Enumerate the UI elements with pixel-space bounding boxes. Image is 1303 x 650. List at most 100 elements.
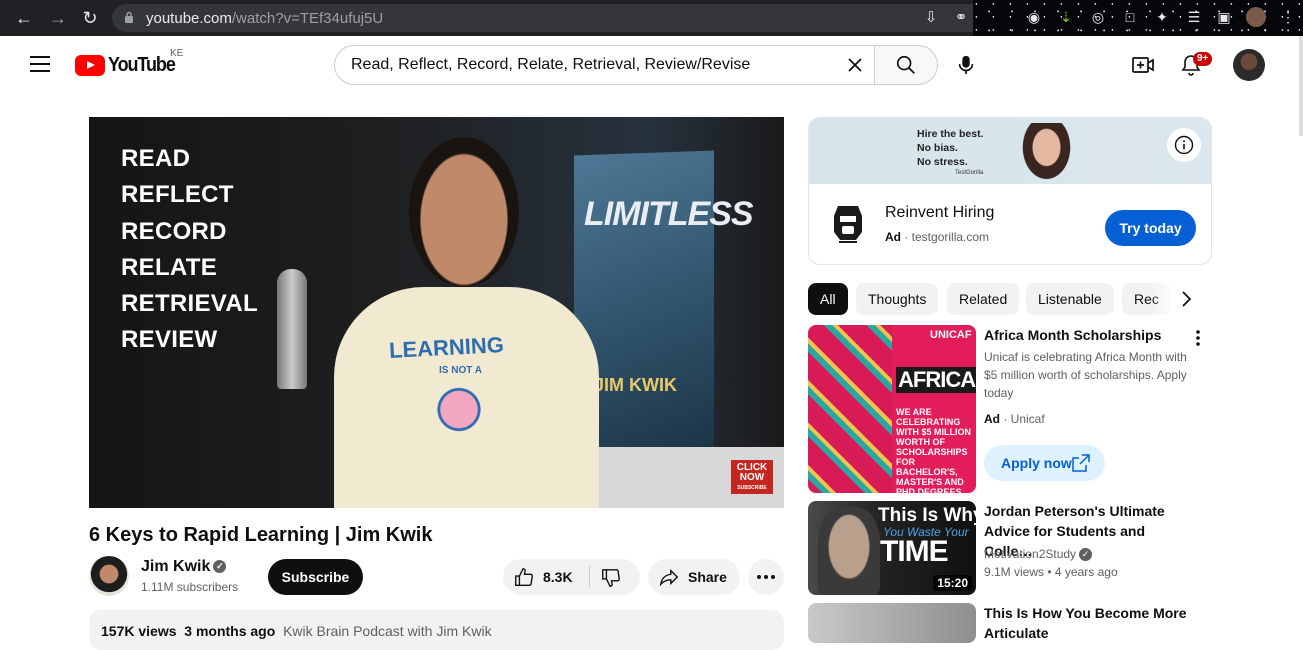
profile-avatar-icon[interactable] bbox=[1246, 7, 1266, 27]
menu-icon[interactable] bbox=[30, 56, 50, 72]
presenter: LEARNING IS NOT A bbox=[334, 137, 599, 508]
puzzle-extensions-icon[interactable]: ✦ bbox=[1152, 7, 1172, 27]
filter-chips: All Thoughts Related Listenable Rec bbox=[808, 283, 1203, 315]
brain-graphic bbox=[429, 382, 489, 437]
share-label: Share bbox=[688, 569, 727, 585]
description-text: 157K views 3 months ago Kwik Brain Podca… bbox=[101, 623, 492, 639]
watermark-subscribe-text: SUBSCRIBE bbox=[737, 485, 767, 491]
like-dislike-group: 8.3K bbox=[503, 559, 640, 595]
media-control-icon[interactable]: ☰ bbox=[1184, 7, 1204, 27]
overlay-word: REVIEW bbox=[121, 326, 218, 354]
chevron-right-icon[interactable] bbox=[1174, 287, 1198, 311]
chip-all[interactable]: All bbox=[808, 283, 848, 315]
youtube-play-icon bbox=[75, 54, 105, 76]
ad-meta: Ad · testgorilla.com bbox=[885, 230, 990, 244]
recommendation-video[interactable]: This Is How You Become More Articulate bbox=[808, 603, 1212, 643]
ad-slogan-line: No stress. bbox=[917, 156, 968, 168]
clear-search-icon[interactable] bbox=[843, 53, 867, 77]
recommendation-video[interactable]: This Is Why You Waste Your TIME 15:20 Jo… bbox=[808, 501, 1212, 595]
search-query-text: Read, Reflect, Record, Relate, Retrieval… bbox=[351, 56, 751, 73]
description-box[interactable]: 157K views 3 months ago Kwik Brain Podca… bbox=[89, 610, 784, 650]
ad-description: Unicaf is celebrating Africa Month with … bbox=[984, 350, 1187, 400]
thumbnail-text: WE ARE CELEBRATING WITH $5 MILLION WORTH… bbox=[896, 407, 971, 493]
search-input[interactable]: Read, Reflect, Record, Relate, Retrieval… bbox=[334, 45, 875, 85]
video-thumbnail[interactable] bbox=[808, 603, 976, 643]
ad-model-image bbox=[1019, 123, 1074, 184]
share-button[interactable]: Share bbox=[648, 559, 740, 595]
ad-domain: testgorilla.com bbox=[911, 230, 990, 244]
more-actions-button[interactable] bbox=[748, 559, 784, 595]
browser-menu-icon[interactable]: ⋮ bbox=[1278, 7, 1298, 27]
microphone-icon[interactable] bbox=[955, 54, 977, 76]
external-link-icon bbox=[1072, 454, 1090, 472]
click-subscribe-watermark[interactable]: CLICK NOW SUBSCRIBE bbox=[731, 460, 773, 494]
recommendation-ad[interactable]: UNICAF AFRICA WE ARE CELEBRATING WITH $5… bbox=[808, 325, 1212, 493]
side-panel-icon[interactable]: ▣ bbox=[1214, 7, 1234, 27]
overlay-word: RELATE bbox=[121, 253, 218, 281]
ad-banner-brand: TestGorilla bbox=[955, 170, 984, 176]
ad-info-button[interactable] bbox=[1167, 128, 1201, 162]
video-thumbnail[interactable]: This Is Why You Waste Your TIME 15:20 bbox=[808, 501, 976, 595]
create-video-icon[interactable] bbox=[1131, 53, 1155, 77]
more-horizontal-icon bbox=[757, 575, 775, 579]
page-scrollbar[interactable] bbox=[1299, 36, 1303, 136]
chip-thoughts[interactable]: Thoughts bbox=[856, 283, 939, 315]
apply-now-button[interactable]: Apply now bbox=[984, 445, 1105, 481]
chip-related[interactable]: Related bbox=[947, 283, 1020, 315]
thumbnail-text: This Is Why bbox=[878, 505, 976, 526]
like-divider bbox=[589, 566, 590, 588]
chip-listenable[interactable]: Listenable bbox=[1026, 283, 1114, 315]
presenter-head bbox=[409, 137, 519, 287]
url-text: youtube.com/watch?v=TEf34ufuj5U bbox=[146, 10, 384, 27]
ad-banner[interactable]: Hire the best. No bias. No stress. TestG… bbox=[809, 118, 1211, 184]
search-button[interactable] bbox=[874, 45, 938, 85]
translate-extension-icon[interactable]: □ bbox=[1120, 7, 1140, 27]
share-arrow-icon bbox=[659, 568, 679, 587]
ad-headline[interactable]: Reinvent Hiring bbox=[885, 204, 994, 222]
video-player[interactable]: LIMITLESS JIM KWIK LEARNING IS NOT A REA… bbox=[89, 117, 784, 508]
verified-check-icon: ✓ bbox=[213, 560, 227, 574]
like-count[interactable]: 8.3K bbox=[543, 569, 573, 585]
share-icon[interactable]: ⚭ bbox=[950, 8, 972, 28]
description-link[interactable]: Kwik Brain Podcast with Jim Kwik bbox=[283, 623, 492, 639]
lock-icon bbox=[125, 11, 133, 23]
account-avatar[interactable] bbox=[1233, 49, 1265, 81]
thumbnail-text: TIME bbox=[880, 535, 949, 568]
thumbs-down-icon[interactable] bbox=[600, 567, 622, 589]
recommendation-title[interactable]: Africa Month Scholarships bbox=[984, 325, 1194, 345]
try-today-button[interactable]: Try today bbox=[1105, 210, 1196, 246]
info-icon bbox=[1174, 135, 1194, 155]
reload-icon[interactable]: ↻ bbox=[78, 6, 102, 30]
click-now-text: CLICK NOW bbox=[736, 462, 768, 483]
channel-avatar[interactable] bbox=[89, 556, 129, 596]
thumbs-up-icon[interactable] bbox=[513, 566, 535, 588]
browser-toolbar: ← → ↻ youtube.com/watch?v=TEf34ufuj5U ⇩ … bbox=[0, 0, 1303, 36]
forward-icon[interactable]: → bbox=[46, 6, 70, 30]
book-author: JIM KWIK bbox=[594, 375, 677, 395]
back-icon[interactable]: ← bbox=[12, 6, 36, 30]
vpn-extension-icon[interactable]: ◎ bbox=[1088, 7, 1108, 27]
thumbnail-brand: UNICAF bbox=[930, 329, 972, 341]
video-duration: 15:20 bbox=[933, 575, 972, 591]
sponsored-ad-card[interactable]: Hire the best. No bias. No stress. TestG… bbox=[808, 117, 1212, 265]
channel-name[interactable]: Jim Kwik ✓ bbox=[141, 558, 227, 576]
install-app-icon[interactable]: ⇩ bbox=[920, 8, 942, 28]
more-vertical-icon[interactable] bbox=[1194, 329, 1202, 347]
extension-icon[interactable]: ◉ bbox=[1024, 7, 1044, 27]
ad-slogan-line: Hire the best. bbox=[917, 128, 984, 140]
youtube-logo[interactable]: YouTube KE bbox=[75, 48, 183, 77]
subscribe-button[interactable]: Subscribe bbox=[268, 559, 363, 595]
country-code: KE bbox=[170, 48, 184, 59]
logo-text: YouTube bbox=[108, 53, 176, 76]
channel-name[interactable]: Motivation2Study bbox=[984, 547, 1076, 561]
ad-slogan-line: No bias. bbox=[917, 142, 958, 154]
apply-now-label: Apply now bbox=[1001, 455, 1072, 471]
address-bar[interactable]: youtube.com/watch?v=TEf34ufuj5U ⇩ ⚭ ☆ bbox=[112, 4, 1012, 32]
download-extension-icon[interactable]: ⇣ bbox=[1056, 7, 1076, 27]
channel-line: Motivation2Study ✓ bbox=[984, 545, 1093, 563]
recommendation-title[interactable]: This Is How You Become More Articulate bbox=[984, 603, 1194, 643]
overlay-word: READ bbox=[121, 145, 191, 172]
video-stats: 9.1M views • 4 years ago bbox=[984, 565, 1118, 579]
ad-label: Ad bbox=[984, 412, 1000, 426]
ad-thumbnail[interactable]: UNICAF AFRICA WE ARE CELEBRATING WITH $5… bbox=[808, 325, 976, 493]
